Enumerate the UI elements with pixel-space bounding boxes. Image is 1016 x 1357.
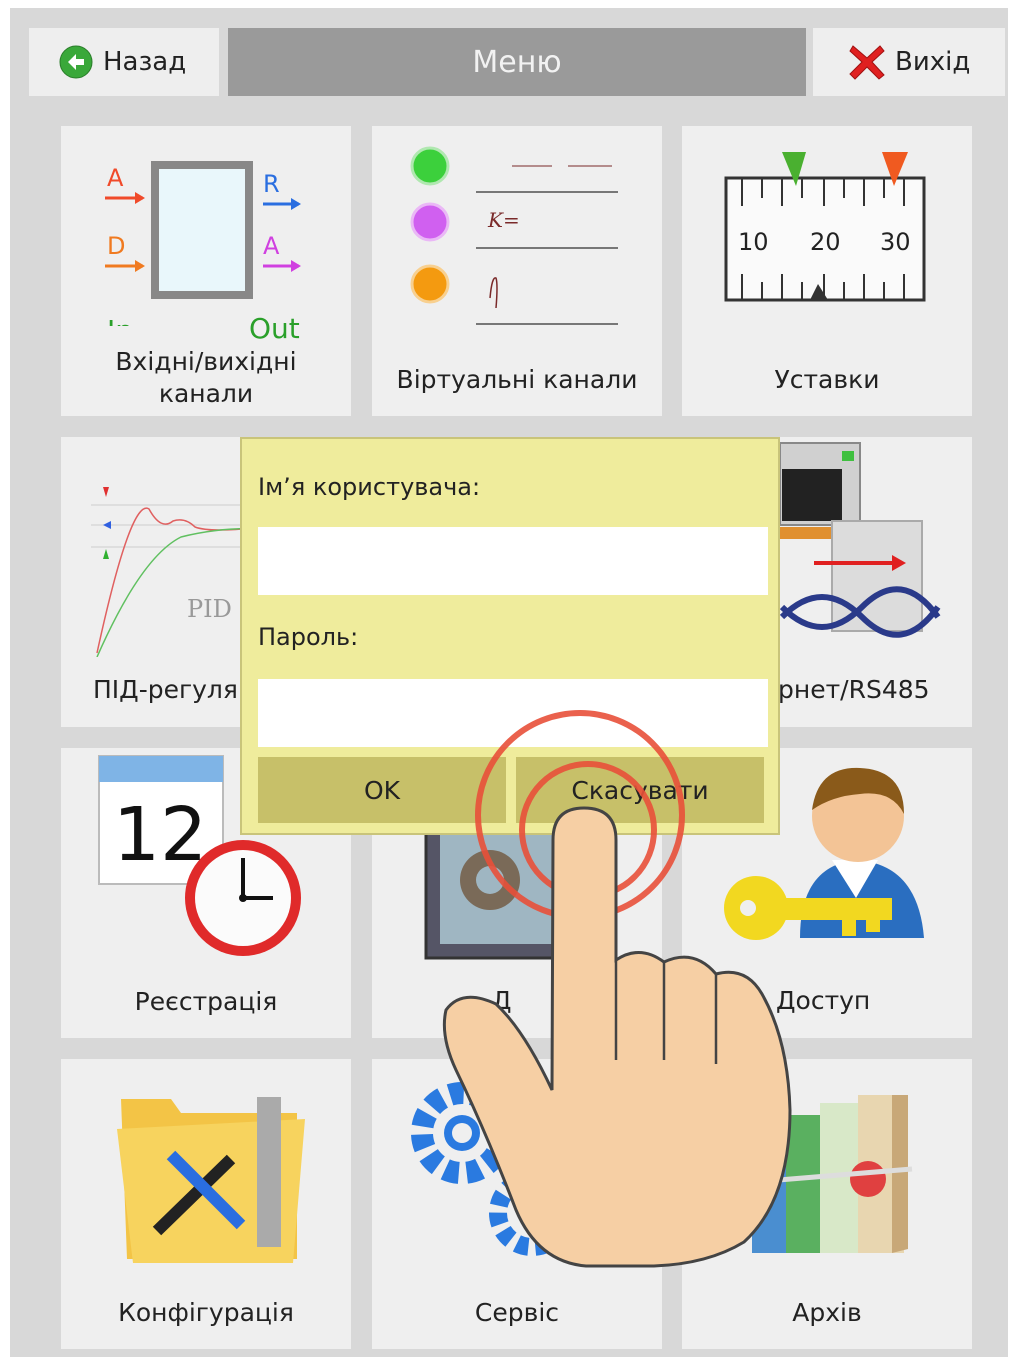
tap-gesture-overlay: [442, 710, 792, 1268]
